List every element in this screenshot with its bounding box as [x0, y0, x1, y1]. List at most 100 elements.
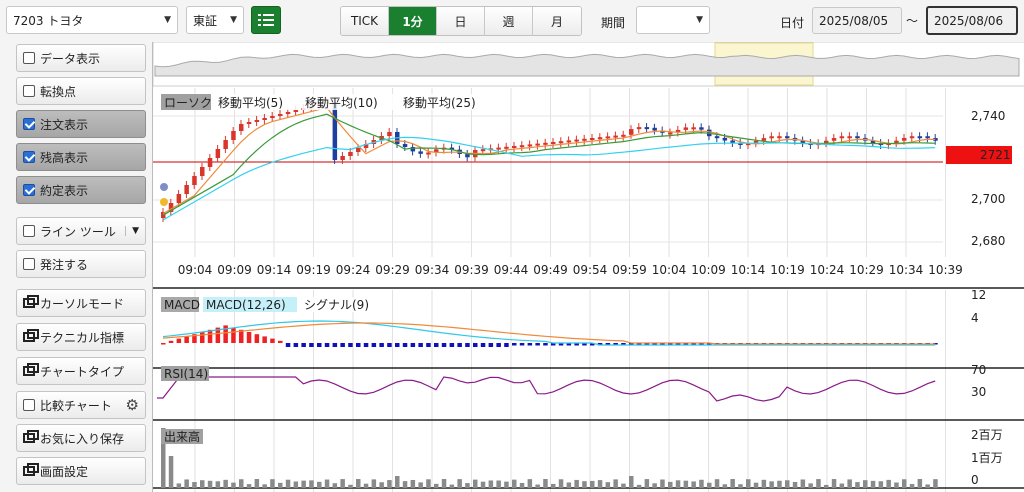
sidebar-item-9[interactable]: チャートタイプ [16, 357, 146, 385]
candlestick [909, 136, 915, 139]
legend-label: 移動平均(25) [403, 96, 476, 110]
chart-panel[interactable]: 09:04 09:09 09:14 09:19 09:24 09:29 09:34 09:39… [152, 41, 1024, 492]
sidebar-item-2[interactable]: 注文表示 [16, 110, 146, 138]
macd-histogram-bar [293, 343, 299, 347]
volume-bar [730, 479, 735, 488]
volume-bar [176, 483, 182, 488]
date-from-field[interactable]: 2025/08/05 [812, 7, 902, 34]
volume-bar [356, 479, 361, 488]
period-label: 期間 [601, 16, 626, 30]
volume-bar [278, 482, 283, 488]
tab-week[interactable]: 週 [485, 7, 533, 35]
chevron-down-icon[interactable]: ▼ [125, 226, 139, 236]
volume-bar [800, 479, 806, 488]
sidebar-item-label: 注文表示 [40, 117, 89, 132]
volume-bar [839, 483, 845, 488]
macd-histogram-bar [270, 338, 275, 343]
volume-bar [285, 479, 291, 488]
macd-histogram-bar [426, 343, 431, 347]
volume-bar [441, 479, 447, 488]
macd-histogram-bar [449, 343, 455, 347]
symbol-select[interactable]: 7203 トヨタ ▼ [6, 6, 178, 34]
macd-histogram-bar [176, 338, 182, 343]
volume-bar [566, 482, 572, 488]
volume-bar [847, 479, 852, 488]
macd-histogram-bar [285, 343, 291, 347]
volume-bar [582, 481, 587, 488]
volume-bar [660, 479, 665, 488]
volume-bar [340, 479, 345, 488]
x-tick-label: 09:04 [178, 263, 213, 277]
candlestick [512, 146, 517, 148]
candlestick [543, 142, 548, 145]
macd-histogram-bar [340, 343, 345, 347]
sidebar-item-label: 発注する [40, 257, 89, 272]
sidebar-item-label: テクニカル指標 [40, 330, 125, 345]
x-tick-label: 09:49 [533, 263, 568, 277]
sidebar-item-11[interactable]: お気に入り保存 [16, 424, 146, 452]
volume-bar [348, 484, 353, 488]
candlestick [176, 194, 182, 203]
macd-histogram-bar [161, 343, 166, 345]
macd-histogram-bar [387, 343, 392, 347]
volume-bar [504, 481, 509, 488]
volume-bar [512, 479, 517, 488]
list-view-button[interactable] [251, 6, 281, 34]
tab-day[interactable]: 日 [437, 7, 485, 35]
tab-month[interactable]: 月 [533, 7, 581, 35]
sidebar-item-0[interactable]: データ表示 [16, 44, 146, 72]
checkbox-icon [23, 399, 35, 411]
volume-bar [465, 483, 470, 488]
symbol-value: 7203 トヨタ [13, 13, 84, 28]
x-tick-label: 10:34 [889, 263, 924, 277]
x-tick-label: 09:29 [375, 263, 410, 277]
sidebar-item-7[interactable]: カーソルモード [16, 289, 146, 317]
period-select[interactable]: ▼ [636, 6, 710, 34]
volume-bar [543, 479, 548, 488]
main-price-panel [153, 88, 1024, 288]
x-tick-label: 09:34 [415, 263, 450, 277]
candlestick [683, 127, 689, 130]
macd-histogram-bar [309, 343, 314, 347]
macd-histogram-bar [223, 325, 228, 343]
macd-histogram-bar [348, 343, 353, 347]
macd-histogram-bar [262, 336, 267, 343]
date-to-field[interactable]: 2025/08/06 [926, 6, 1018, 35]
candlestick [917, 136, 923, 139]
candlestick [855, 136, 860, 139]
candlestick [387, 132, 392, 136]
volume-bar [769, 481, 774, 488]
macd-histogram-bar [465, 343, 470, 347]
sidebar-item-label: ライン ツール [40, 224, 116, 239]
candlestick [285, 112, 291, 114]
checkbox-icon [23, 258, 35, 270]
x-tick-label: 10:09 [691, 263, 726, 277]
macd-histogram-bar [473, 343, 478, 347]
macd-histogram-bar [527, 343, 533, 346]
sidebar-item-3[interactable]: 残高表示 [16, 143, 146, 171]
sidebar-item-6[interactable]: 発注する [16, 250, 146, 278]
sidebar-item-10[interactable]: 比較チャート ⚙ [16, 391, 146, 419]
sidebar-item-1[interactable]: 転換点 [16, 77, 146, 105]
volume-bar [675, 480, 681, 488]
volume-bar [551, 483, 556, 488]
tab-tick[interactable]: TICK [341, 7, 389, 35]
window-icon [23, 295, 39, 308]
sidebar-item-4[interactable]: 約定表示 [16, 176, 146, 204]
gear-icon[interactable]: ⚙ [126, 396, 139, 414]
y-tick-label: 2,740 [971, 109, 1005, 123]
sidebar-item-8[interactable]: テクニカル指標 [16, 323, 146, 351]
sidebar-item-5[interactable]: ライン ツール ▼ [16, 217, 146, 245]
volume-bar [629, 476, 634, 488]
candlestick [558, 141, 564, 144]
sidebar-item-label: カーソルモード [40, 296, 125, 311]
sidebar-item-12[interactable]: 画面設定 [16, 457, 146, 485]
exchange-select[interactable]: 東証 ▼ [186, 6, 244, 34]
candlestick [644, 127, 650, 130]
candlestick [348, 152, 353, 156]
current-price-value: 2721 [980, 148, 1011, 162]
macd-histogram-bar [278, 340, 283, 343]
tab-1min[interactable]: 1分 [389, 7, 437, 35]
x-tick-label: 09:24 [336, 263, 371, 277]
macd-histogram-bar [332, 343, 338, 347]
